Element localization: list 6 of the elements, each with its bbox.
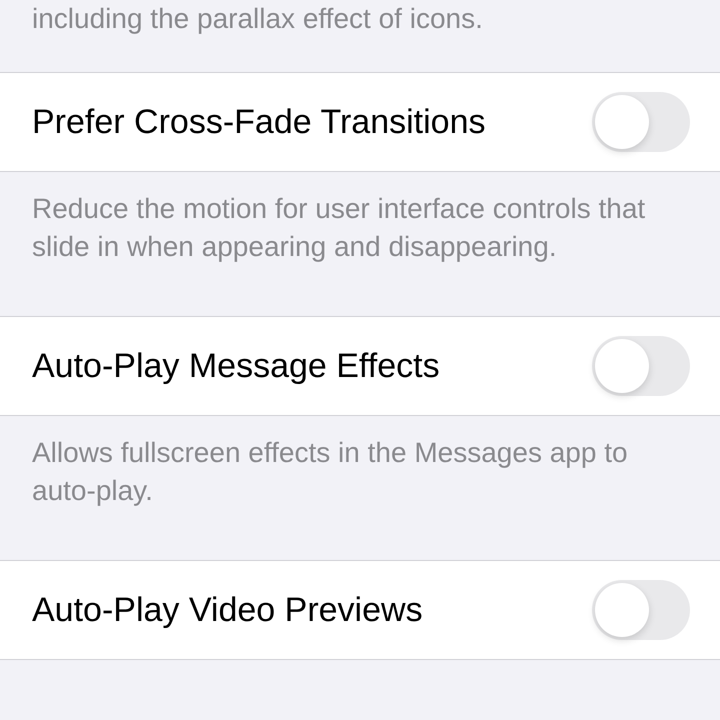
- setting-label: Auto-Play Video Previews: [32, 590, 423, 630]
- description-text: Reduce the motion for user interface controls that slide in when appearing and disappearing.: [32, 192, 646, 264]
- description-text: Allows fullscreen effects in the Messages app to auto-play.: [32, 436, 629, 508]
- setting-label: Prefer Cross-Fade Transitions: [32, 102, 486, 142]
- setting-label: Auto-Play Message Effects: [32, 346, 440, 386]
- description-text: including the parallax effect of icons.: [32, 2, 484, 36]
